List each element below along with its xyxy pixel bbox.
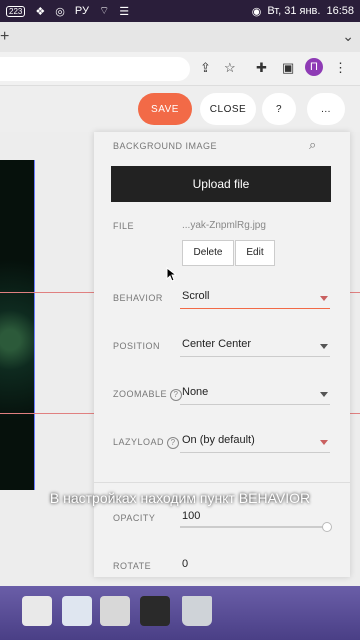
menu-bar: 223 ❖ ◎ РУ ⌔ ☰ ◉ Вт, 31 янв. 16:58	[0, 0, 360, 22]
side-panel-icon[interactable]: ▣	[282, 60, 294, 76]
chrome-menu-icon[interactable]: ⋮	[334, 60, 347, 76]
guide-line	[350, 413, 360, 414]
position-label: POSITION	[113, 341, 161, 351]
creative-cloud-icon[interactable]: ◎	[55, 5, 65, 18]
delete-button[interactable]: Delete	[182, 240, 234, 266]
lazyload-select[interactable]: On (by default)	[182, 434, 255, 446]
guide-line	[0, 413, 94, 414]
guide-line	[350, 292, 360, 293]
bookmark-star-icon[interactable]: ☆	[224, 60, 236, 76]
mouse-cursor-icon	[166, 267, 176, 282]
file-name: ...yak-ZnpmlRg.jpg	[182, 220, 266, 231]
menubar-date[interactable]: Вт, 31 янв.	[267, 5, 320, 17]
upload-file-button[interactable]: Upload file	[111, 166, 331, 202]
dock-app-thumbnail[interactable]	[140, 596, 170, 626]
extensions-icon[interactable]: ✚	[256, 60, 267, 76]
position-underline	[180, 356, 330, 357]
more-button[interactable]: ...	[307, 93, 345, 125]
guide-line	[0, 292, 94, 293]
search-icon[interactable]: ⌕	[309, 137, 316, 153]
zoomable-select[interactable]: None	[182, 386, 208, 398]
trash-icon[interactable]	[182, 596, 212, 626]
tab-strip: + ⌄	[0, 22, 360, 52]
behavior-label: BEHAVIOR	[113, 293, 163, 303]
rotate-value[interactable]: 0	[182, 558, 188, 570]
help-circle-icon[interactable]: ?	[170, 389, 183, 401]
language-indicator[interactable]: РУ	[75, 5, 89, 17]
zoomable-underline	[180, 404, 330, 405]
section-divider	[94, 482, 350, 483]
zoomable-chevron-down-icon[interactable]	[320, 392, 328, 397]
profile-avatar[interactable]: П	[305, 58, 323, 76]
lazyload-underline	[180, 452, 330, 453]
zoomable-label: ZOOMABLE ?	[113, 389, 183, 401]
dock-screenshot-thumbnail[interactable]	[100, 596, 130, 626]
menubar-time[interactable]: 16:58	[326, 5, 354, 17]
share-icon[interactable]: ⇪	[200, 60, 211, 76]
edit-button[interactable]: Edit	[235, 240, 275, 266]
wifi-icon[interactable]: ⌔	[99, 4, 109, 18]
rotate-label: ROTATE	[113, 561, 152, 571]
behavior-underline	[180, 308, 330, 309]
lazyload-chevron-down-icon[interactable]	[320, 440, 328, 445]
settings-panel: BACKGROUND IMAGE ⌕ Upload file FILE ...y…	[94, 132, 350, 577]
position-select[interactable]: Center Center	[182, 338, 251, 350]
save-button[interactable]: SAVE	[138, 93, 192, 125]
opacity-label: OPACITY	[113, 513, 156, 523]
background-image-label: BACKGROUND IMAGE	[113, 141, 218, 151]
help-button[interactable]: ?	[262, 93, 296, 125]
position-chevron-down-icon[interactable]	[320, 344, 328, 349]
dock-document-thumbnail[interactable]	[62, 596, 92, 626]
siri-icon[interactable]: ◉	[252, 5, 262, 18]
address-field[interactable]	[0, 57, 190, 81]
behavior-select[interactable]: Scroll	[182, 290, 210, 302]
close-button[interactable]: CLOSE	[200, 93, 256, 125]
tab-search-icon[interactable]: ⌄	[342, 28, 354, 45]
opacity-value[interactable]: 100	[182, 510, 200, 522]
figma-icon[interactable]: ❖	[35, 5, 45, 18]
video-caption: В настройках находим пункт BEHAVIOR	[49, 490, 311, 506]
control-center-icon[interactable]: ☰	[119, 5, 129, 18]
behavior-chevron-down-icon[interactable]	[320, 296, 328, 301]
notification-badge[interactable]: 223	[6, 5, 26, 17]
dock-document-thumbnail[interactable]	[22, 596, 52, 626]
help-circle-icon[interactable]: ?	[167, 437, 180, 449]
opacity-slider[interactable]	[180, 526, 330, 528]
opacity-slider-knob[interactable]	[322, 522, 332, 532]
dock	[0, 586, 360, 640]
background-image-preview[interactable]	[0, 160, 35, 490]
lazyload-label: LAZYLOAD ?	[113, 437, 180, 449]
file-label: FILE	[113, 221, 135, 231]
new-tab-button[interactable]: +	[0, 28, 9, 46]
